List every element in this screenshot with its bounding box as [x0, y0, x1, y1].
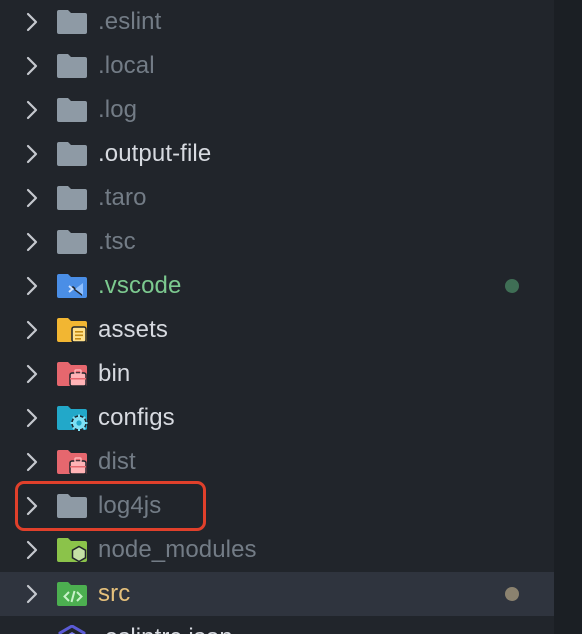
git-status-dot [505, 279, 519, 293]
tree-item-label: .log [98, 96, 138, 123]
tree-item-label: .tsc [98, 228, 136, 255]
dist-folder-icon [57, 450, 87, 475]
highlight-annotation-box [15, 481, 206, 531]
tree-item-src-folder[interactable]: src [0, 572, 554, 616]
chevron-right-icon[interactable] [22, 320, 42, 340]
tree-item-output-file-folder[interactable]: .output-file [0, 132, 554, 176]
chevron-right-icon[interactable] [22, 364, 42, 384]
git-status-dot [505, 587, 519, 601]
tree-item-log-folder[interactable]: .log [0, 88, 554, 132]
tree-item-label: bin [98, 360, 131, 387]
tree-item-node-modules-folder[interactable]: node_modules [0, 528, 554, 572]
folder-icon [57, 142, 87, 166]
chevron-right-icon[interactable] [22, 12, 42, 32]
folder-icon [57, 98, 87, 122]
tree-item-configs-folder[interactable]: configs [0, 396, 554, 440]
tree-item-label: node_modules [98, 536, 257, 563]
eslint-file-icon [58, 625, 86, 634]
chevron-right-icon[interactable] [22, 584, 42, 604]
tree-item-label: dist [98, 448, 136, 475]
chevron-right-icon[interactable] [22, 100, 42, 120]
tree-item-local-folder[interactable]: .local [0, 44, 554, 88]
folder-icon [57, 54, 87, 78]
editor-gutter [554, 0, 582, 634]
chevron-right-icon[interactable] [22, 540, 42, 560]
tree-item-label: assets [98, 316, 168, 343]
tree-item-label: .local [98, 52, 155, 79]
folder-icon [57, 10, 87, 34]
tree-item-label: .taro [98, 184, 147, 211]
file-explorer: .eslint .local .log .output-file .taro .… [0, 0, 554, 634]
node-folder-icon [57, 538, 87, 563]
tree-item-label: .vscode [98, 272, 182, 299]
chevron-right-icon[interactable] [22, 56, 42, 76]
tree-item-tsc-folder[interactable]: .tsc [0, 220, 554, 264]
tree-item-label: .output-file [98, 140, 212, 167]
assets-folder-icon [57, 318, 87, 343]
src-folder-icon [57, 582, 87, 606]
tree-item-taro-folder[interactable]: .taro [0, 176, 554, 220]
bin-folder-icon [57, 362, 87, 387]
tree-item-bin-folder[interactable]: bin [0, 352, 554, 396]
config-folder-icon [57, 406, 88, 431]
tree-item-eslintrc-file[interactable]: .eslintrc.json [0, 616, 554, 634]
tree-item-label: .eslint [98, 8, 162, 35]
folder-icon [57, 230, 87, 254]
tree-item-assets-folder[interactable]: assets [0, 308, 554, 352]
tree-item-label: .eslintrc.json [98, 625, 233, 634]
chevron-right-icon[interactable] [22, 188, 42, 208]
chevron-right-icon[interactable] [22, 452, 42, 472]
tree-item-vscode-folder[interactable]: .vscode [0, 264, 554, 308]
vscode-folder-icon [57, 274, 87, 298]
tree-item-eslint-folder[interactable]: .eslint [0, 0, 554, 44]
chevron-right-icon[interactable] [22, 408, 42, 428]
folder-icon [57, 186, 87, 210]
tree-item-label: configs [98, 404, 175, 431]
tree-item-label: src [98, 580, 131, 607]
chevron-right-icon[interactable] [22, 144, 42, 164]
chevron-right-icon[interactable] [22, 276, 42, 296]
chevron-right-icon[interactable] [22, 232, 42, 252]
tree-item-dist-folder[interactable]: dist [0, 440, 554, 484]
